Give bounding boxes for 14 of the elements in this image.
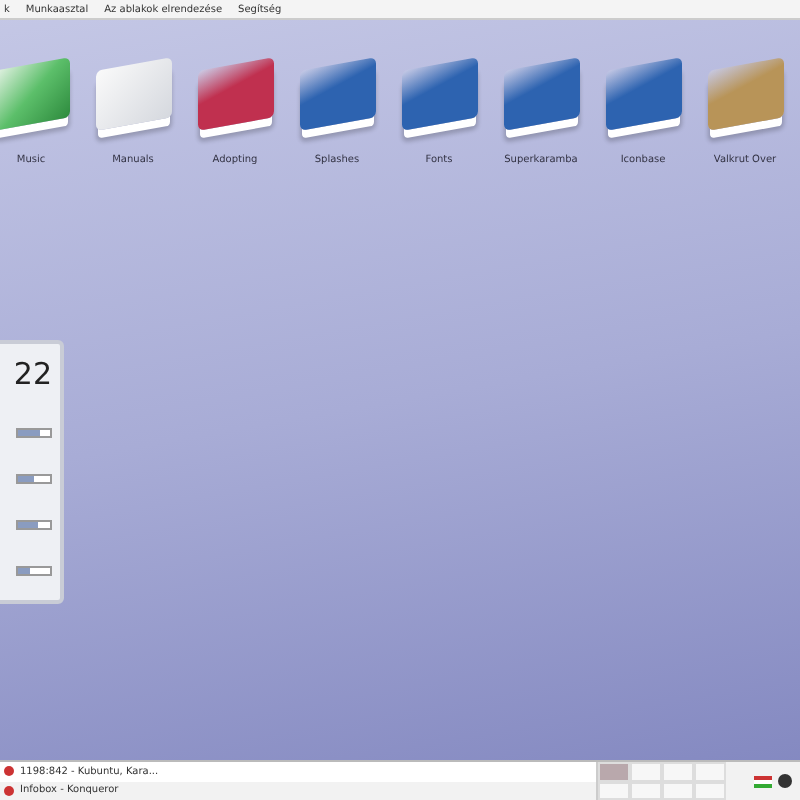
book-folder-icon[interactable] — [605, 57, 681, 131]
meter-bar — [16, 427, 52, 437]
book-folder-icon[interactable] — [197, 57, 273, 131]
book-folder-icon[interactable] — [401, 57, 477, 131]
round-icon[interactable] — [778, 774, 792, 788]
book-folder-icon[interactable] — [299, 57, 375, 131]
clock-text: 22 — [13, 355, 52, 391]
meter-bar — [16, 565, 52, 575]
flag-icon[interactable] — [754, 775, 772, 787]
book-folder-icon[interactable] — [707, 57, 783, 131]
meter-bar — [16, 473, 52, 483]
book-folder-icon[interactable] — [503, 57, 579, 131]
meter-bar — [16, 519, 52, 529]
music-folder-icon[interactable] — [0, 57, 69, 131]
